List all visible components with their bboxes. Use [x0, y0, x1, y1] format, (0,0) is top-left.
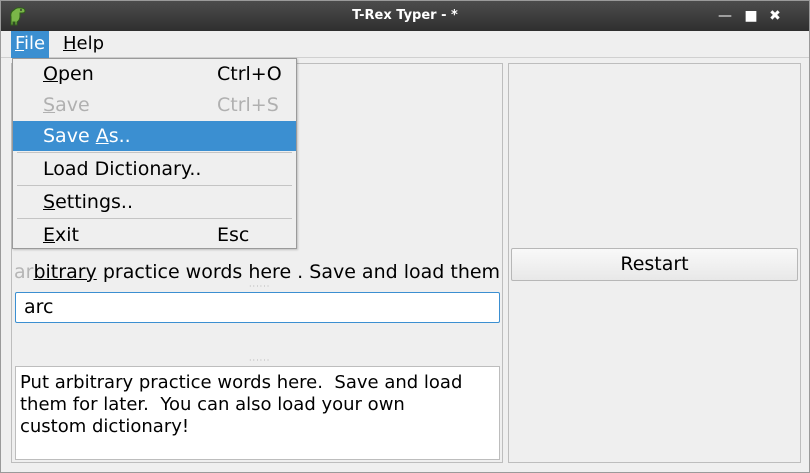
- menu-item-open[interactable]: Open Ctrl+O: [13, 59, 296, 89]
- splitter-handle[interactable]: ······: [249, 283, 269, 291]
- menu-separator: [17, 218, 292, 219]
- menu-separator: [17, 152, 292, 153]
- main-window: T-Rex Typer - * — ■ ✖ File Help Restart …: [0, 0, 810, 473]
- menu-item-save: Save Ctrl+S: [13, 90, 296, 120]
- menu-file-label: ile: [24, 33, 46, 54]
- menu-help[interactable]: Help: [59, 31, 108, 58]
- save-shortcut: Ctrl+S: [217, 94, 279, 116]
- practice-words-textarea[interactable]: Put arbitrary practice words here. Save …: [15, 366, 500, 460]
- right-panel: Restart: [508, 63, 801, 463]
- menu-item-load-dictionary[interactable]: Load Dictionary..: [13, 154, 296, 184]
- open-label: pen: [57, 63, 94, 85]
- settings-mnemonic: S: [43, 191, 56, 213]
- save-as-mnemonic: A: [95, 125, 109, 147]
- menu-help-mnemonic: H: [63, 33, 77, 54]
- settings-label: ettings..: [55, 191, 134, 213]
- remaining-text: practice words here . Save and load them: [96, 261, 501, 283]
- exit-label: xit: [55, 224, 79, 246]
- typed-text: ar: [14, 261, 34, 283]
- maximize-icon[interactable]: ■: [741, 6, 761, 26]
- close-icon[interactable]: ✖: [765, 6, 785, 26]
- window-title: T-Rex Typer - *: [352, 8, 458, 23]
- save-mnemonic: S: [43, 94, 56, 116]
- title-bar[interactable]: T-Rex Typer - * — ■ ✖: [1, 1, 809, 31]
- open-shortcut: Ctrl+O: [217, 63, 282, 85]
- typing-input[interactable]: arc: [15, 292, 500, 323]
- open-mnemonic: O: [43, 63, 58, 85]
- save-label: ave: [55, 94, 90, 116]
- save-as-label-pre: Save: [43, 125, 96, 147]
- minimize-icon[interactable]: —: [715, 6, 735, 26]
- menu-file-mnemonic: F: [15, 33, 25, 54]
- menu-item-save-as[interactable]: Save As..: [13, 121, 296, 151]
- menu-bar: File Help: [1, 31, 809, 58]
- menu-file[interactable]: File: [11, 31, 50, 58]
- save-as-label-rest: s..: [108, 125, 131, 147]
- file-menu-dropdown: Open Ctrl+O Save Ctrl+S Save As.. Load D…: [12, 58, 297, 249]
- menu-item-settings[interactable]: Settings..: [13, 187, 296, 217]
- exit-mnemonic: E: [43, 224, 56, 246]
- current-word: bitrary: [33, 261, 97, 283]
- exit-shortcut: Esc: [217, 224, 250, 246]
- menu-help-label: elp: [76, 33, 105, 54]
- restart-button[interactable]: Restart: [511, 248, 798, 281]
- menu-item-exit[interactable]: Exit Esc: [13, 220, 296, 250]
- menu-separator: [17, 185, 292, 186]
- load-dictionary-label: Load Dictionary..: [43, 158, 202, 180]
- splitter-handle[interactable]: ······: [249, 357, 269, 365]
